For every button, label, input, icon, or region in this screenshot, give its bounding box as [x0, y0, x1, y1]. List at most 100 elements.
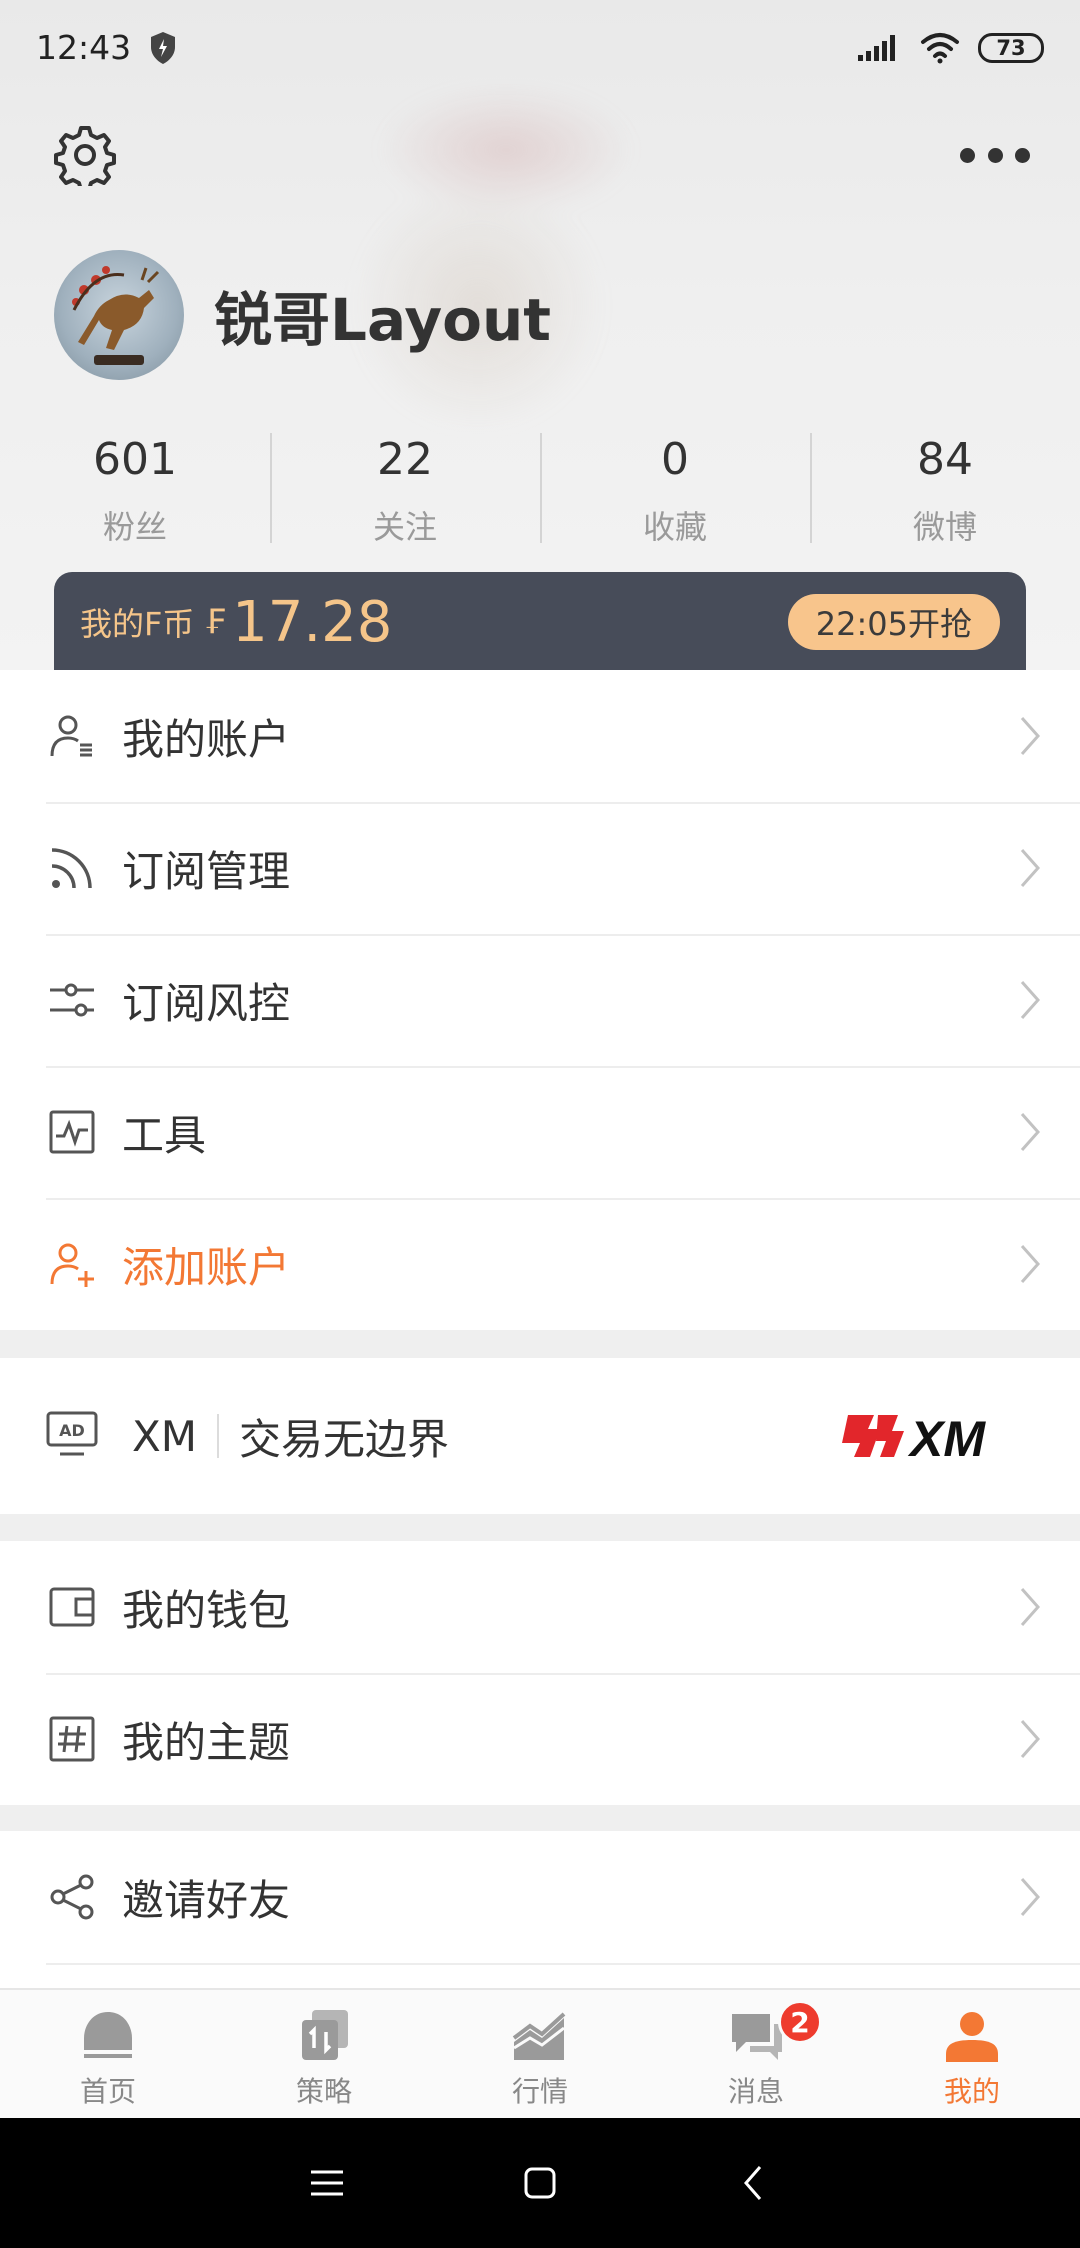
username: 锐哥Layout — [214, 286, 551, 354]
menu-item-label: 邀请好友 — [122, 1875, 291, 1925]
deer-avatar-icon — [72, 266, 160, 365]
avatar[interactable] — [54, 250, 184, 380]
divider — [46, 1963, 1080, 1965]
menu-item-label: 我的钱包 — [122, 1585, 291, 1635]
coin-symbol: ₣ — [204, 602, 227, 642]
tab-label: 行情 — [511, 2075, 568, 2108]
stat-posts[interactable]: 84 微博 — [810, 430, 1080, 546]
status-bar: 12:43 73 — [0, 0, 1080, 95]
menu-item-label: 工具 — [122, 1110, 207, 1160]
hamburger-icon — [310, 2170, 343, 2196]
coin-balance-bar[interactable]: 我的F币 ₣ 17.28 22:05开抢 — [54, 572, 1026, 670]
menu-item-subscription-management[interactable]: 订阅管理 — [0, 802, 1080, 934]
coin-grab-button[interactable]: 22:05开抢 — [787, 594, 1000, 650]
chevron-right-icon — [1020, 717, 1041, 755]
status-time: 12:43 — [36, 28, 132, 67]
ad-slogan: 交易无边界 — [239, 1414, 450, 1464]
stat-label: 粉丝 — [102, 508, 167, 546]
tab-home[interactable]: 首页 — [0, 1990, 216, 2118]
chevron-right-icon — [1020, 1878, 1041, 1916]
menu-item-label: 添加账户 — [122, 1242, 291, 1292]
account-menu: 我的账户 订阅管理 订阅风控 工具 添加账户 — [0, 670, 1080, 1330]
stat-label: 关注 — [372, 508, 437, 546]
ad-banner[interactable]: AD XM 交易无边界 XM — [0, 1358, 1080, 1514]
menu-item-label: 我的账户 — [122, 714, 291, 764]
menu-item-label: 我的主题 — [122, 1717, 291, 1767]
more-options-button[interactable] — [960, 130, 1030, 180]
battery-level: 73 — [996, 35, 1026, 60]
invite-menu: 邀请好友 — [0, 1831, 1080, 1988]
add-user-icon — [46, 1238, 98, 1290]
divider — [217, 1414, 220, 1458]
menu-item-wallet[interactable]: 我的钱包 — [0, 1541, 1080, 1673]
settings-gear-icon[interactable] — [54, 124, 116, 186]
chevron-right-icon — [1020, 849, 1041, 887]
ad-sponsor-name: XM — [132, 1411, 198, 1461]
xm-logo: XM — [842, 1411, 986, 1463]
wallet-icon — [46, 1581, 98, 1633]
stat-value: 0 — [661, 434, 689, 485]
chevron-right-icon — [1020, 1588, 1041, 1626]
tab-profile[interactable]: 我的 — [864, 1990, 1080, 2118]
stat-value: 22 — [377, 434, 433, 485]
stat-following[interactable]: 22 关注 — [270, 430, 540, 546]
chevron-right-icon — [1020, 981, 1041, 1019]
tab-label: 消息 — [727, 2075, 784, 2108]
stat-followers[interactable]: 601 粉丝 — [0, 430, 270, 546]
tab-market[interactable]: 行情 — [432, 1990, 648, 2118]
dot-icon — [1015, 147, 1030, 163]
square-icon — [524, 2167, 556, 2199]
back-arrow-icon — [744, 2166, 762, 2200]
coin-label: 我的F币 — [80, 605, 195, 643]
profile-icon — [946, 2012, 998, 2062]
menu-item-label: 订阅风控 — [122, 978, 291, 1028]
strategy-icon — [302, 2010, 348, 2060]
system-navigation-bar — [0, 2118, 1080, 2248]
rss-icon — [46, 842, 98, 894]
profile-header: 12:43 73 锐哥Layout 601 粉丝 22 关注 0 收藏 84 微… — [0, 0, 1080, 670]
svg-text:XM: XM — [907, 1411, 986, 1463]
dot-icon — [960, 147, 975, 163]
chevron-right-icon — [1020, 1245, 1041, 1283]
stat-value: 601 — [93, 434, 177, 485]
profile-info[interactable]: 锐哥Layout — [54, 250, 551, 380]
menu-nav-button[interactable] — [297, 2153, 357, 2213]
svg-text:AD: AD — [59, 1421, 85, 1440]
menu-item-invite-friends[interactable]: 邀请好友 — [0, 1831, 1080, 1963]
bottom-tab-bar: 首页 策略 行情 2 消息 我的 — [0, 1988, 1080, 2118]
tab-messages[interactable]: 2 消息 — [648, 1990, 864, 2118]
sliders-icon — [46, 974, 98, 1026]
ad-icon: AD — [46, 1410, 98, 1462]
tab-label: 我的 — [943, 2075, 1000, 2108]
home-icon — [84, 2012, 132, 2058]
tab-label: 策略 — [295, 2075, 352, 2108]
message-icon — [732, 2014, 782, 2060]
stat-favorites[interactable]: 0 收藏 — [540, 430, 810, 546]
battery-indicator: 73 — [978, 32, 1044, 63]
hash-icon — [46, 1713, 98, 1765]
wallet-menu: 我的钱包 我的主题 — [0, 1541, 1080, 1805]
account-icon — [46, 710, 98, 762]
shield-icon — [151, 31, 176, 64]
chevron-right-icon — [1020, 1720, 1041, 1758]
market-icon — [512, 2012, 566, 2060]
chevron-right-icon — [1020, 1113, 1041, 1151]
stat-label: 微博 — [912, 508, 977, 546]
menu-item-add-account[interactable]: 添加账户 — [0, 1198, 1080, 1330]
coin-balance: 17.28 — [232, 589, 393, 655]
stat-value: 84 — [917, 434, 973, 485]
signal-icon — [858, 34, 895, 61]
share-icon — [46, 1871, 98, 1923]
home-nav-button[interactable] — [510, 2153, 570, 2213]
menu-item-tools[interactable]: 工具 — [0, 1066, 1080, 1198]
back-nav-button[interactable] — [723, 2153, 783, 2213]
profile-stats: 601 粉丝 22 关注 0 收藏 84 微博 — [0, 430, 1080, 546]
tab-label: 首页 — [79, 2075, 136, 2108]
menu-item-themes[interactable]: 我的主题 — [0, 1673, 1080, 1805]
menu-item-subscription-risk[interactable]: 订阅风控 — [0, 934, 1080, 1066]
unread-badge: 2 — [778, 2000, 822, 2044]
tab-strategy[interactable]: 策略 — [216, 1990, 432, 2118]
wifi-icon — [921, 32, 959, 63]
dot-icon — [987, 147, 1003, 163]
menu-item-my-account[interactable]: 我的账户 — [0, 670, 1080, 802]
